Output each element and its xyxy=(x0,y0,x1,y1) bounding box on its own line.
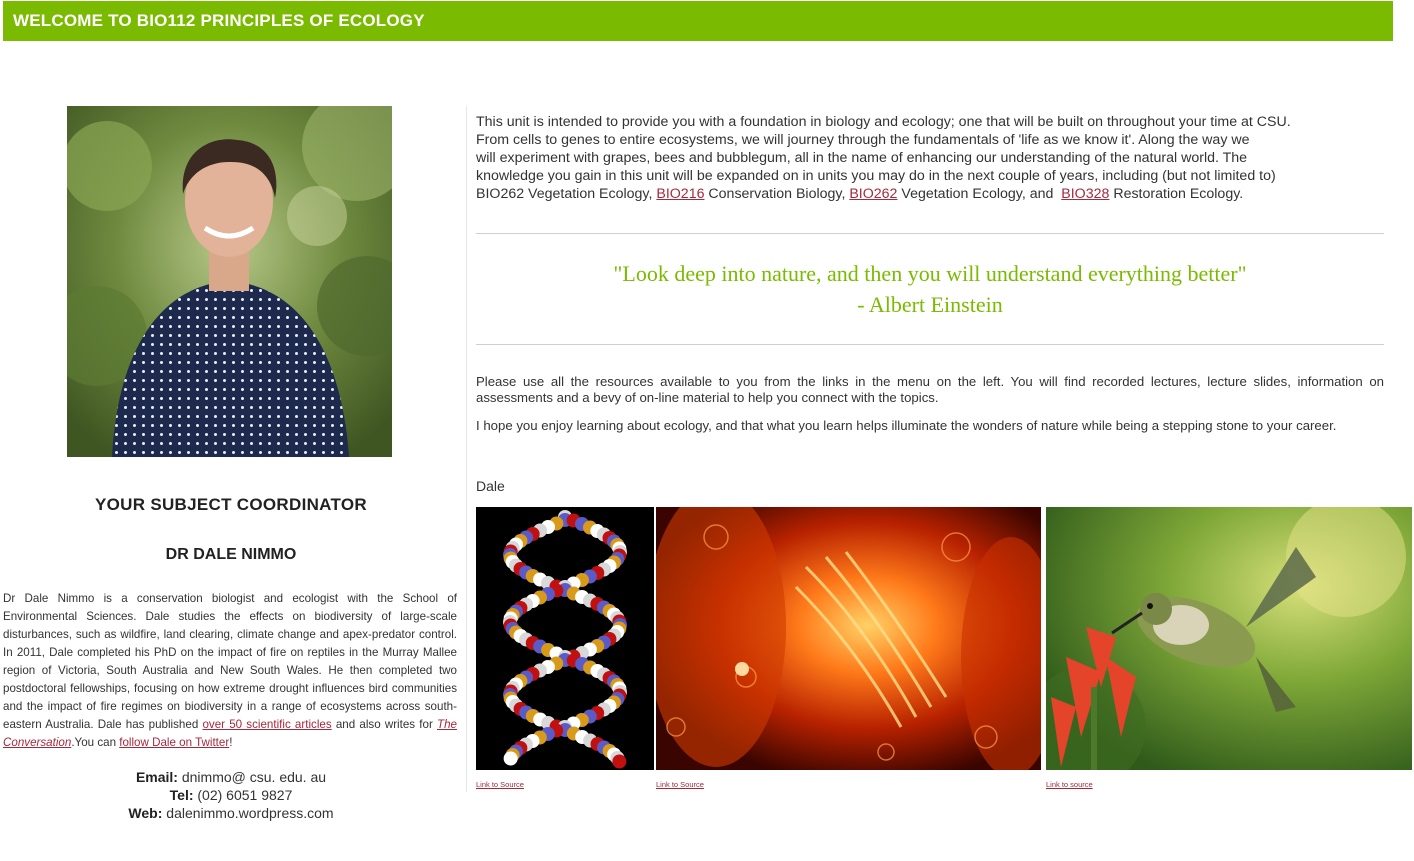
tel-value: (02) 6051 9827 xyxy=(193,787,293,803)
dna-atom xyxy=(503,751,518,766)
hummingbird-icon xyxy=(1046,507,1412,770)
signoff: Dale xyxy=(476,478,505,494)
articles-link[interactable]: over 50 scientific articles xyxy=(202,718,331,731)
dna-helix-icon xyxy=(476,507,654,770)
web-value: dalenimmo.wordpress.com xyxy=(162,805,334,821)
email-value: dnimmo@ csu. edu. au xyxy=(177,769,327,785)
dna-atom xyxy=(612,754,627,769)
intro-line: knowledge you gain in this unit will be … xyxy=(476,168,1276,184)
quote-author: - Albert Einstein xyxy=(857,292,1003,317)
intro-line: This unit is intended to provide you wit… xyxy=(476,114,1291,130)
twitter-link[interactable]: follow Dale on Twitter xyxy=(119,736,229,749)
tel-label: Tel: xyxy=(169,787,194,803)
intro-text-segment: Restoration Ecology. xyxy=(1109,186,1244,202)
coordinator-name: DR DALE NIMMO xyxy=(165,546,297,563)
email-row: Email: dnimmo@ csu. edu. au xyxy=(0,768,462,786)
web-label: Web: xyxy=(128,805,163,821)
cell-division-icon xyxy=(656,507,1041,770)
page-banner: WELCOME TO BIO112 PRINCIPLES OF ECOLOGY xyxy=(3,1,1393,41)
intro-line: will experiment with grapes, bees and bu… xyxy=(476,150,1248,166)
bio-text: Dr Dale Nimmo is a conservation biologis… xyxy=(3,592,457,731)
intro-text-segment: BIO262 Vegetation Ecology, xyxy=(476,186,657,202)
intro-line: BIO262 Vegetation Ecology, BIO216 Conser… xyxy=(476,185,1384,203)
divider xyxy=(476,344,1384,345)
contact-details: Email: dnimmo@ csu. edu. au Tel: (02) 60… xyxy=(0,768,462,822)
intro-text-segment: Conservation Biology, xyxy=(704,186,850,202)
coordinator-bio: Dr Dale Nimmo is a conservation biologis… xyxy=(3,590,457,752)
email-label: Email: xyxy=(135,769,178,785)
intro-line: From cells to genes to entire ecosystems… xyxy=(476,132,1250,148)
coordinator-photo xyxy=(67,106,392,457)
source-link-hummingbird[interactable]: Link to source xyxy=(1046,780,1093,789)
source-link-dna[interactable]: Link to Source xyxy=(476,780,524,789)
bio-text: .You can xyxy=(71,736,120,749)
source-link-cell[interactable]: Link to Source xyxy=(656,780,704,789)
intro-text-segment: Vegetation Ecology, and xyxy=(897,186,1062,202)
page-title: WELCOME TO BIO112 PRINCIPLES OF ECOLOGY xyxy=(13,11,425,30)
web-row: Web: dalenimmo.wordpress.com xyxy=(0,804,462,822)
bio-text: and also writes for xyxy=(331,718,438,731)
intro-text: This unit is intended to provide you wit… xyxy=(476,113,1384,203)
closing-paragraph: I hope you enjoy learning about ecology,… xyxy=(476,418,1337,433)
person-photo-icon xyxy=(67,106,392,457)
bio-text: ! xyxy=(229,736,233,749)
dna-helix-image xyxy=(476,507,654,770)
bio216-link[interactable]: BIO216 xyxy=(656,186,704,202)
coordinator-heading: YOUR SUBJECT COORDINATOR xyxy=(95,495,367,514)
cell-division-image xyxy=(656,507,1041,770)
resources-paragraph: Please use all the resources available t… xyxy=(476,374,1384,405)
bio262-link[interactable]: BIO262 xyxy=(849,186,897,202)
bio328-link[interactable]: BIO328 xyxy=(1061,186,1109,202)
quote-text: "Look deep into nature, and then you wil… xyxy=(613,261,1247,286)
divider xyxy=(476,233,1384,234)
hummingbird-image xyxy=(1046,507,1412,770)
tel-row: Tel: (02) 6051 9827 xyxy=(0,786,462,804)
einstein-quote: "Look deep into nature, and then you wil… xyxy=(476,258,1384,320)
column-divider xyxy=(466,106,467,792)
